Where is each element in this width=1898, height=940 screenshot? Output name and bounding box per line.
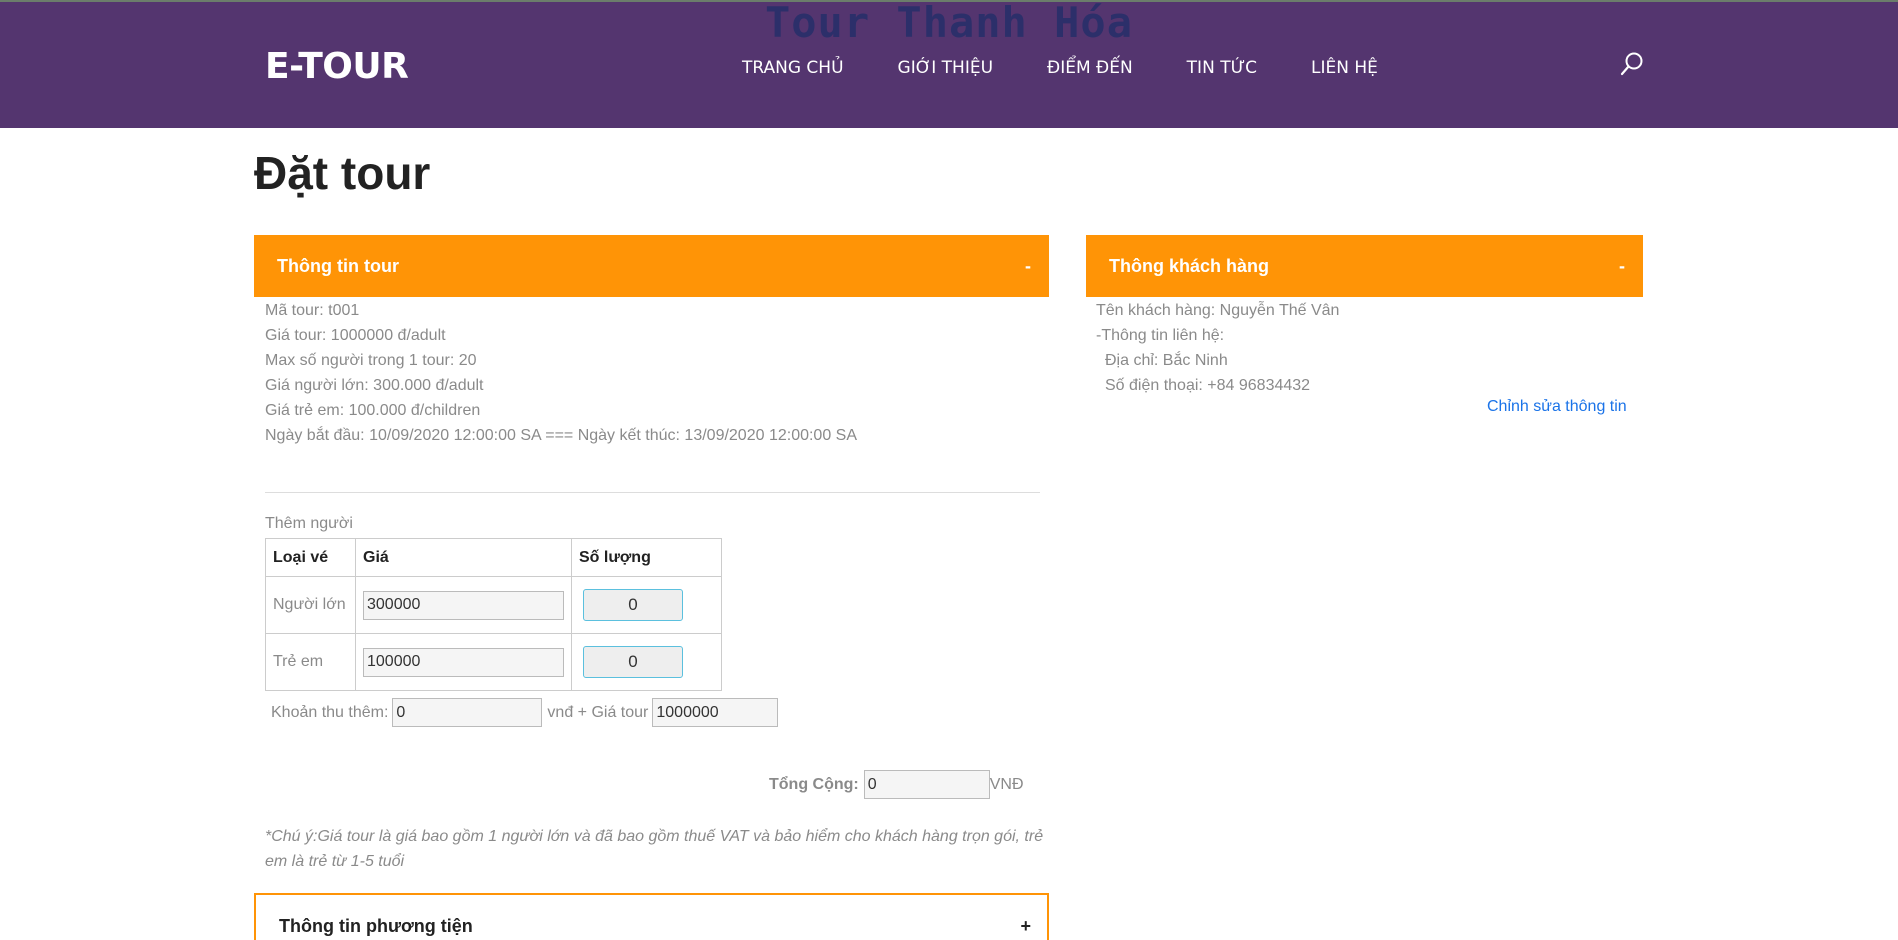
extra-fee-label: Khoản thu thêm: (271, 703, 389, 721)
customer-info-title: Thông khách hàng (1109, 256, 1269, 276)
adult-price: Giá người lớn: 300.000 đ/adult (265, 377, 484, 394)
page-title: Đặt tour (254, 147, 431, 199)
table-row: Trẻ em (265, 633, 722, 691)
ticket-type-adult: Người lớn (265, 576, 356, 634)
nav-item-destinations[interactable]: ĐIỂM ĐẾN (1047, 58, 1133, 78)
collapse-toggle-icon[interactable]: - (1619, 235, 1625, 297)
total-unit: VNĐ (989, 775, 1024, 793)
tour-dates: Ngày bắt đầu: 10/09/2020 12:00:00 SA ===… (265, 427, 858, 444)
adult-price-input[interactable] (363, 590, 564, 620)
header-price: Giá (355, 538, 572, 577)
tour-info-body: Mã tour: t001 Giá tour: 1000000 đ/adult … (265, 298, 857, 448)
tour-code: Mã tour: t001 (265, 302, 360, 319)
nav-item-about[interactable]: GIỚI THIỆU (898, 58, 994, 78)
nav-item-news[interactable]: TIN TỨC (1187, 58, 1257, 78)
extra-fee-row: Khoản thu thêm: vnđ + Giá tour (271, 698, 779, 727)
contact-heading: -Thông tin liên hệ: (1096, 327, 1225, 344)
total-input[interactable] (863, 770, 990, 799)
site-header: Tour Thanh Hóa E-TOUR TRANG CHỦ GIỚI THI… (0, 2, 1898, 128)
header-ticket-type: Loại vé (265, 538, 356, 577)
search-icon[interactable] (1620, 51, 1644, 77)
total-row: Tổng Cộng: VNĐ (769, 770, 1024, 799)
customer-address: Địa chỉ: Bắc Ninh (1105, 352, 1228, 369)
expand-toggle-icon[interactable]: + (1020, 895, 1031, 940)
collapse-toggle-icon[interactable]: - (1025, 235, 1031, 297)
ticket-table: Loại vé Giá Số lượng Người lớn Trẻ em (265, 538, 722, 691)
nav-item-home[interactable]: TRANG CHỦ (742, 58, 844, 78)
child-quantity-input[interactable] (583, 646, 683, 678)
child-price-input[interactable] (363, 647, 564, 677)
edit-info-link[interactable]: Chỉnh sửa thông tin (1487, 398, 1627, 416)
tour-max-people: Max số người trong 1 tour: 20 (265, 352, 477, 369)
ticket-type-child: Trẻ em (265, 633, 356, 691)
price-note: *Chú ý:Giá tour là giá bao gồm 1 người l… (265, 828, 1044, 870)
customer-info-body: Tên khách hàng: Nguyễn Thế Vân -Thông ti… (1096, 298, 1339, 398)
tour-price-input[interactable] (652, 698, 779, 727)
vehicle-info-panel-header[interactable]: Thông tin phương tiện + (254, 893, 1049, 940)
customer-phone: Số điện thoại: +84 96834432 (1105, 377, 1311, 394)
table-row: Người lớn (265, 576, 722, 634)
vehicle-info-title: Thông tin phương tiện (279, 916, 473, 936)
tour-price-label: vnđ + Giá tour (547, 703, 649, 721)
site-logo[interactable]: E-TOUR (265, 46, 409, 87)
divider (265, 492, 1040, 493)
nav-item-contact[interactable]: LIÊN HỆ (1311, 58, 1378, 78)
adult-quantity-input[interactable] (583, 589, 683, 621)
header-quantity: Số lượng (571, 538, 722, 577)
table-header-row: Loại vé Giá Số lượng (265, 538, 722, 577)
child-price: Giá trẻ em: 100.000 đ/children (265, 402, 481, 419)
extra-fee-input[interactable] (392, 698, 543, 727)
tour-price: Giá tour: 1000000 đ/adult (265, 327, 446, 344)
add-people-label: Thêm người (265, 515, 353, 532)
tour-info-panel-header[interactable]: Thông tin tour - (254, 235, 1049, 297)
total-label: Tổng Cộng: (769, 775, 859, 793)
site-banner: Tour Thanh Hóa (764, 0, 1133, 47)
customer-info-panel-header[interactable]: Thông khách hàng - (1086, 235, 1643, 297)
customer-name: Tên khách hàng: Nguyễn Thế Vân (1096, 302, 1340, 319)
tour-info-title: Thông tin tour (277, 256, 399, 276)
main-nav: TRANG CHỦ GIỚI THIỆU ĐIỂM ĐẾN TIN TỨC LI… (742, 58, 1432, 78)
